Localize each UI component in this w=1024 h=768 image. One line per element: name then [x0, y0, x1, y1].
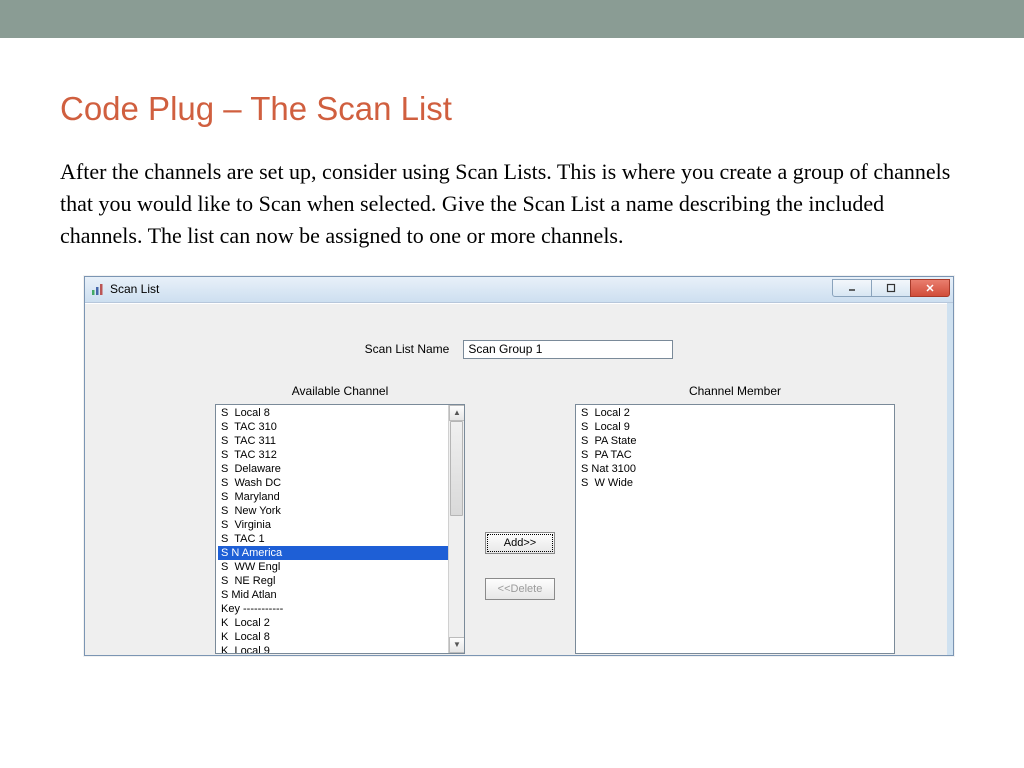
app-icon [91, 282, 105, 296]
titlebar[interactable]: Scan List [85, 277, 953, 303]
list-item[interactable]: S Virginia [218, 518, 464, 532]
list-item[interactable]: S W Wide [578, 476, 894, 490]
available-channel-listbox[interactable]: S Local 8S TAC 310S TAC 311S TAC 312S De… [215, 404, 465, 654]
list-item[interactable]: S NE Regl [218, 574, 464, 588]
list-item[interactable]: S Mid Atlan [218, 588, 464, 602]
available-scrollbar[interactable]: ▲ ▼ [448, 405, 464, 653]
list-item[interactable]: S PA TAC [578, 448, 894, 462]
list-item[interactable]: S WW Engl [218, 560, 464, 574]
slide-top-bar [0, 0, 1024, 38]
list-item[interactable]: S TAC 310 [218, 420, 464, 434]
window-right-edge [947, 303, 953, 655]
list-item[interactable]: S Delaware [218, 462, 464, 476]
available-channel-label: Available Channel [215, 384, 465, 398]
slide-content: Code Plug – The Scan List After the chan… [0, 38, 1024, 656]
window-title: Scan List [110, 282, 159, 296]
list-item[interactable]: S Maryland [218, 490, 464, 504]
transfer-buttons: Add>> <<Delete [485, 532, 555, 600]
scroll-up-icon[interactable]: ▲ [449, 405, 465, 421]
list-item[interactable]: K Local 8 [218, 630, 464, 644]
channel-member-label: Channel Member [610, 384, 860, 398]
scan-list-window: Scan List Scan List Name [84, 276, 954, 656]
list-item[interactable]: S TAC 312 [218, 448, 464, 462]
list-item[interactable]: S New York [218, 504, 464, 518]
window-control-buttons [833, 279, 950, 297]
scan-list-name-input[interactable] [463, 340, 673, 359]
scan-list-name-label: Scan List Name [365, 342, 450, 356]
slide-title: Code Plug – The Scan List [60, 90, 964, 128]
list-item[interactable]: S Local 9 [578, 420, 894, 434]
list-item[interactable]: K Local 2 [218, 616, 464, 630]
list-item[interactable]: S Local 2 [578, 406, 894, 420]
delete-button[interactable]: <<Delete [485, 578, 555, 600]
slide-body: After the channels are set up, consider … [60, 156, 964, 252]
list-item[interactable]: S N America [218, 546, 464, 560]
list-item[interactable]: S Wash DC [218, 476, 464, 490]
add-button[interactable]: Add>> [485, 532, 555, 554]
maximize-button[interactable] [871, 279, 911, 297]
list-item[interactable]: S Local 8 [218, 406, 464, 420]
list-item[interactable]: S TAC 1 [218, 532, 464, 546]
minimize-button[interactable] [832, 279, 872, 297]
list-item[interactable]: Key ----------- [218, 602, 464, 616]
scroll-down-icon[interactable]: ▼ [449, 637, 465, 653]
screenshot: Scan List Scan List Name [84, 276, 964, 656]
list-item[interactable]: K Local 9 [218, 644, 464, 654]
list-item[interactable]: S Nat 3100 [578, 462, 894, 476]
channel-member-listbox[interactable]: S Local 2S Local 9S PA StateS PA TACS Na… [575, 404, 895, 654]
window-client-area: Scan List Name Available Channel Channel… [85, 303, 953, 655]
scroll-thumb[interactable] [450, 421, 463, 516]
list-item[interactable]: S PA State [578, 434, 894, 448]
scan-list-name-row: Scan List Name [85, 340, 953, 359]
list-item[interactable]: S TAC 311 [218, 434, 464, 448]
close-button[interactable] [910, 279, 950, 297]
